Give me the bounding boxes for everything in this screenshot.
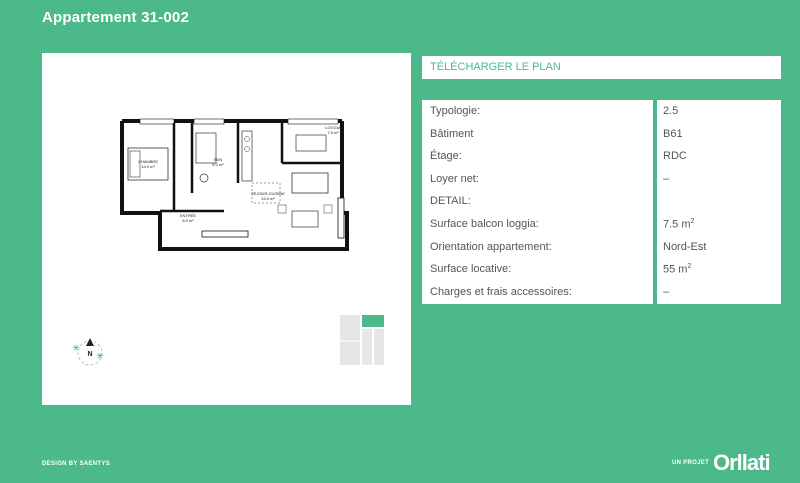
room-area-entree: 8.5 m² xyxy=(182,218,194,223)
detail-row-batiment: Bâtiment B61 xyxy=(430,127,683,140)
compass-icon: N ✳ ✳ xyxy=(72,338,104,366)
svg-text:✳: ✳ xyxy=(72,343,80,353)
detail-row-typologie: Typologie: 2.5 xyxy=(430,105,679,117)
detail-row-detail: DETAIL: xyxy=(430,195,471,208)
room-area-soin: 6.0 m² xyxy=(212,162,224,167)
design-credit[interactable]: DESIGN BY SAENTYS xyxy=(42,461,110,467)
detail-row-charges: Charges et frais accessoires: – xyxy=(430,285,670,298)
detail-row-loyer: Loyer net: – xyxy=(430,172,670,185)
page-title: Appartement 31-002 xyxy=(42,9,189,26)
orllati-logo[interactable]: Orllati xyxy=(713,450,771,476)
compass-label: N xyxy=(87,351,92,358)
svg-text:✳: ✳ xyxy=(96,351,104,361)
project-label: UN PROJET xyxy=(672,460,710,466)
room-area-sejour: 24.0 m² xyxy=(261,196,275,201)
detail-row-etage: Étage: RDC xyxy=(430,150,687,163)
floor-plan-card: CHAMBRE 14.0 m² SDN 6.0 m² LOGGIA 7.5 m²… xyxy=(42,53,411,405)
room-area-loggia: 7.5 m² xyxy=(327,130,339,135)
download-plan-button[interactable]: TÉLÉCHARGER LE PLAN xyxy=(422,56,781,79)
room-area-chambre: 14.0 m² xyxy=(141,164,155,169)
detail-row-surface-locative: Surface locative: 55 m2 xyxy=(430,263,692,276)
detail-row-surface-loggia: Surface balcon loggia: 7.5 m2 xyxy=(430,218,695,231)
floor-plan-drawing: CHAMBRE 14.0 m² SDN 6.0 m² LOGGIA 7.5 m²… xyxy=(72,118,384,366)
detail-row-orientation: Orientation appartement: Nord-Est xyxy=(430,240,707,253)
details-table: Typologie: 2.5 Bâtiment B61 Étage: RDC L… xyxy=(422,100,781,304)
building-location-map xyxy=(340,315,384,365)
